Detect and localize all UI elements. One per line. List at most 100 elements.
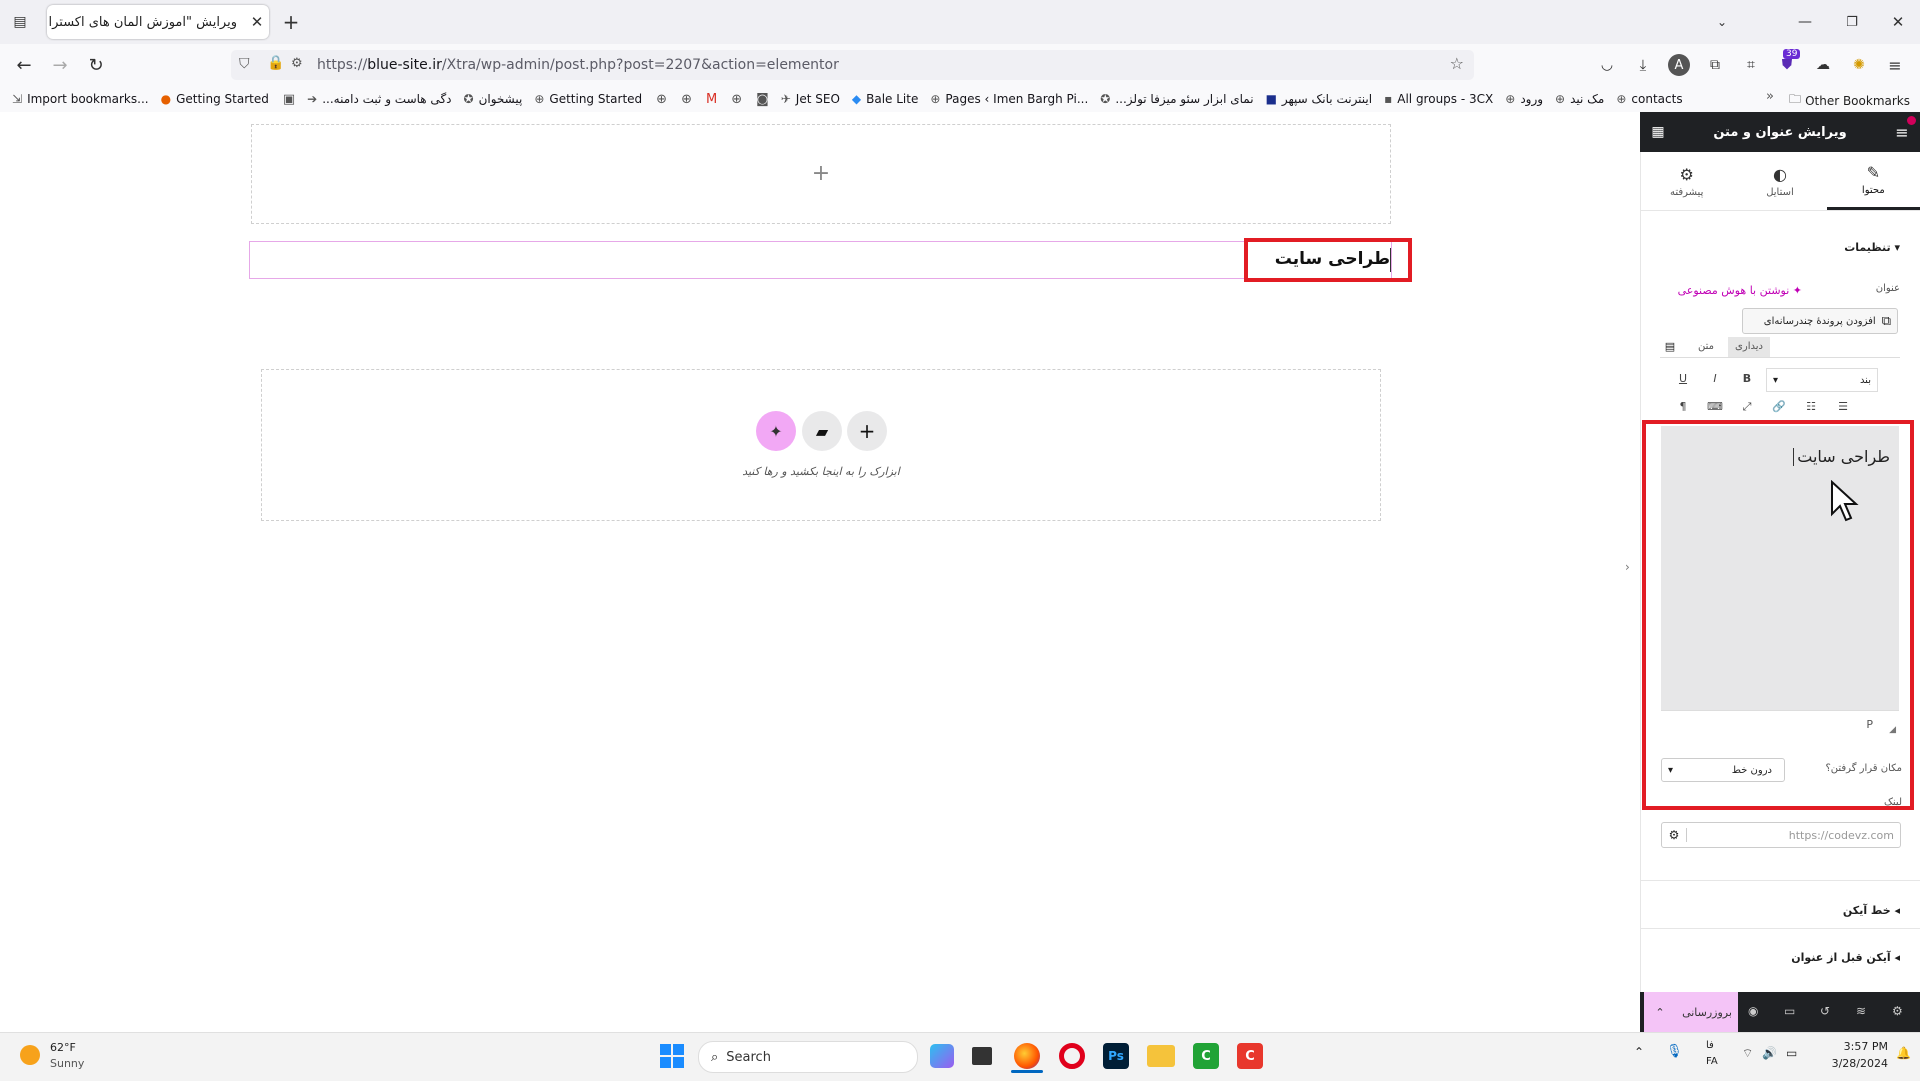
bookmark-item[interactable]: ✪ ...نمای ابزار سئو میزفا تولز (1100, 92, 1253, 106)
italic-icon[interactable]: I (1706, 372, 1724, 385)
tab-style[interactable]: ◐ استایل (1733, 152, 1826, 210)
taskbar-search[interactable]: ⌕ Search (698, 1041, 918, 1073)
restore-icon[interactable]: ❐ (1840, 10, 1864, 34)
clock-time[interactable]: 3:57 PM (1818, 1040, 1888, 1053)
url-bar[interactable]: ⛉ 🔒 ⚙ https://blue-site.ir/Xtra/wp-admin… (231, 50, 1474, 80)
add-section-icon[interactable]: + (847, 411, 887, 451)
tab-content[interactable]: ✎ محتوا (1826, 152, 1920, 210)
file-explorer-icon[interactable] (1147, 1045, 1175, 1067)
tray-overflow-icon[interactable]: ⌃ (1634, 1045, 1644, 1059)
microphone-icon[interactable]: 🎙 (1666, 1044, 1683, 1059)
sun-extension-icon[interactable]: ✺ (1848, 54, 1870, 76)
new-tab-icon[interactable]: + (279, 10, 303, 34)
bookmark-item[interactable]: ⊕ Getting Started (534, 92, 642, 106)
bookmark-item[interactable]: ■ اینترنت بانک سپهر (1266, 92, 1373, 106)
back-icon[interactable]: ← (12, 53, 36, 77)
link-input[interactable]: ⚙ https://codevz.com (1661, 822, 1901, 848)
other-bookmarks[interactable]: 🗀 Other Bookmarks (1789, 90, 1910, 111)
bold-icon[interactable]: B (1738, 372, 1756, 385)
shield-icon[interactable]: ⛉ (239, 56, 250, 72)
task-view-icon[interactable] (972, 1047, 992, 1065)
history-icon[interactable]: ↺ (1820, 1004, 1830, 1018)
bookmark-item[interactable]: ⇲ Import bookmarks... (12, 92, 149, 106)
extensions-icon[interactable]: ⧉ (1704, 54, 1726, 76)
ai-sparkle-icon[interactable]: ✦ (756, 411, 796, 451)
downloads-icon[interactable]: ⤓ (1632, 54, 1654, 76)
language-indicator-fa[interactable]: فا (1706, 1040, 1714, 1051)
bookmark-star-icon[interactable]: ☆ (1450, 54, 1464, 73)
heading-text[interactable]: طراحی سایت (1250, 249, 1390, 269)
toolbar-toggle-icon[interactable]: ▤ (1660, 337, 1680, 357)
add-section-dropzone[interactable]: ✦ ▰ + (261, 369, 1381, 521)
clock-date[interactable]: 3/28/2024 (1818, 1057, 1888, 1070)
collapse-panel-icon[interactable]: › (1625, 560, 1639, 590)
windows-start-icon[interactable] (660, 1044, 684, 1068)
bookmark-item[interactable]: ◆ Bale Lite (852, 92, 918, 106)
bookmark-item[interactable]: ➔ ...دگی هاست و ثبت دامنه (307, 92, 451, 106)
fullscreen-icon[interactable]: ⤢ (1738, 400, 1756, 414)
photoshop-icon[interactable]: Ps (1103, 1043, 1129, 1069)
minimize-icon[interactable]: — (1793, 10, 1817, 34)
editor-tab-visual[interactable]: دیداری (1728, 337, 1770, 357)
opera-icon[interactable] (1059, 1043, 1085, 1069)
update-button[interactable]: بروزرسانی (1676, 992, 1738, 1032)
bookmark-icon-only[interactable]: ◙ (756, 92, 769, 107)
heading-widget[interactable] (249, 241, 1392, 279)
chevron-down-icon[interactable]: ⌄ (1710, 10, 1734, 34)
ai-write-button[interactable]: ✦ نوشتن با هوش مصنوعی (1660, 284, 1802, 297)
list-all-tabs-icon[interactable]: ▤ (8, 10, 32, 34)
forward-icon[interactable]: → (48, 53, 72, 77)
bookmark-item[interactable]: ▪ All groups - 3CX (1384, 92, 1493, 106)
paragraph-rtl-icon[interactable]: ¶ (1674, 400, 1692, 413)
numbered-list-icon[interactable]: ☷ (1802, 400, 1820, 413)
close-window-icon[interactable]: ✕ (1886, 10, 1910, 34)
volume-icon[interactable]: 🔊 (1762, 1046, 1777, 1060)
account-icon[interactable]: A (1668, 54, 1690, 76)
editor-tab-text[interactable]: متن (1690, 337, 1722, 357)
hamburger-icon[interactable]: ≡ (1884, 123, 1920, 142)
more-bookmarks-icon[interactable]: » (1766, 89, 1774, 104)
reload-icon[interactable]: ↻ (84, 53, 108, 77)
section-icon-before-toggle[interactable]: ◂ آیکن قبل از عنوان (1740, 951, 1900, 964)
url-text[interactable]: https://blue-site.ir/Xtra/wp-admin/post.… (317, 57, 839, 73)
globe-icon[interactable]: ⊕ (731, 92, 742, 107)
battery-icon[interactable]: ▭ (1786, 1046, 1797, 1060)
link-icon[interactable]: 🔗 (1770, 400, 1788, 413)
bookmark-item[interactable]: ✪ پیشخوان (464, 92, 523, 106)
globe-icon[interactable]: ⊕ (681, 92, 692, 107)
settings-gear-icon[interactable]: ⚙ (1892, 1004, 1903, 1018)
weather-temp[interactable]: 62°F (50, 1041, 76, 1054)
empty-section[interactable]: + (251, 124, 1391, 224)
format-select[interactable]: ▾ بند (1766, 368, 1878, 392)
section-settings-toggle[interactable]: ▾ تنظیمات (1800, 241, 1900, 254)
add-section-icon[interactable]: + (252, 161, 1390, 186)
weather-desc[interactable]: Sunny (50, 1057, 84, 1070)
bookmark-item[interactable]: ⊕ contacts (1616, 92, 1682, 106)
responsive-icon[interactable]: ▭ (1784, 1004, 1795, 1018)
globe-icon[interactable]: ⊕ (656, 92, 667, 107)
tab-advanced[interactable]: ⚙ پیشرفته (1640, 152, 1733, 210)
lock-icon[interactable]: 🔒 (267, 55, 284, 71)
bullet-list-icon[interactable]: ☰ (1834, 400, 1852, 413)
section-icon-line-toggle[interactable]: ◂ خط آیکن (1780, 904, 1900, 917)
firefox-icon[interactable] (1014, 1043, 1040, 1069)
navigator-layers-icon[interactable]: ≋ (1856, 1004, 1866, 1018)
add-media-button[interactable]: ⧉ افزودن پروندهٔ چندرسانه‌ای (1742, 308, 1898, 334)
wifi-icon[interactable]: ⌔ (1742, 1046, 1753, 1061)
chevron-up-icon[interactable]: ⌃ (1644, 992, 1676, 1032)
cloud-icon[interactable]: ☁ (1812, 54, 1834, 76)
bookmark-icon-only[interactable]: ▣ (283, 92, 295, 107)
close-tab-icon[interactable]: ✕ (245, 13, 269, 31)
keyboard-icon[interactable]: ⌨ (1706, 400, 1724, 413)
menu-icon[interactable]: ≡ (1884, 54, 1906, 76)
camtasia-icon[interactable]: C (1193, 1043, 1219, 1069)
recorder-icon[interactable]: C (1237, 1043, 1263, 1069)
bookmark-item[interactable]: ⊕ مک نید (1555, 92, 1604, 106)
gear-icon[interactable]: ⚙ (1662, 828, 1687, 842)
bookmark-item[interactable]: ⊕ Pages ‹ Imen Bargh Pi... (930, 92, 1088, 106)
pocket-icon[interactable]: ◡ (1596, 54, 1618, 76)
crop-icon[interactable]: ⌗ (1740, 54, 1762, 76)
browser-tab[interactable]: ویرایش "آموزش المان های اکسترا – ه ✕ (47, 5, 269, 39)
copilot-icon[interactable] (930, 1044, 954, 1068)
sun-icon[interactable] (20, 1045, 40, 1065)
